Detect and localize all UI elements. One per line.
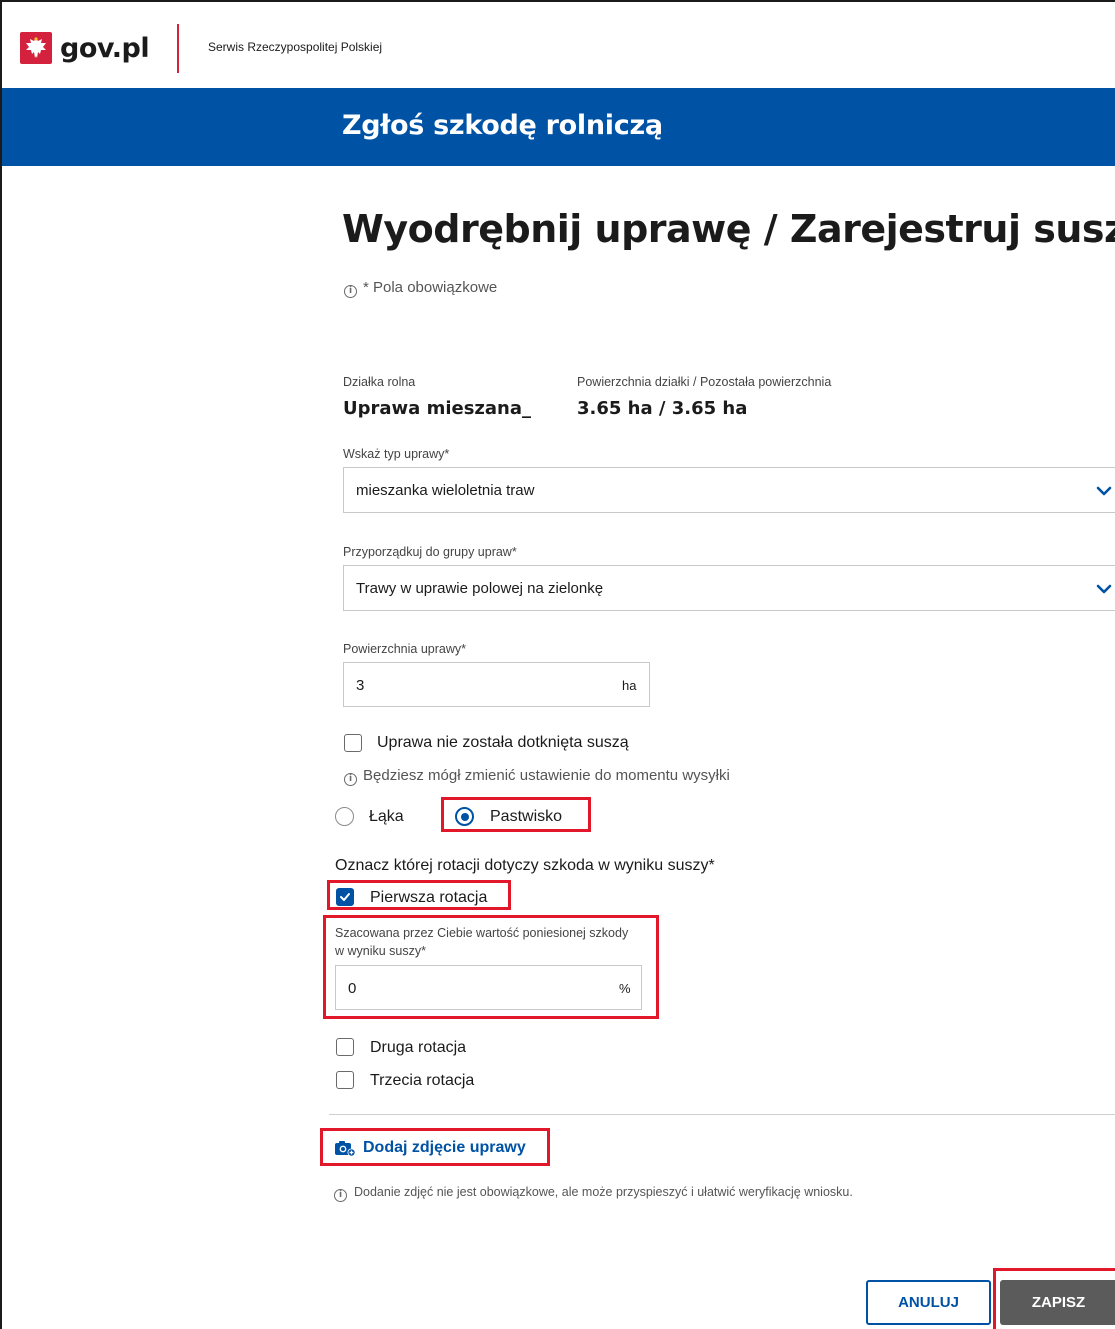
parcel-value: Uprawa mieszana_ <box>343 398 531 419</box>
brand-name: gov.pl <box>60 32 150 64</box>
info-icon: i <box>344 773 357 786</box>
second-rotation-checkbox[interactable] <box>336 1038 354 1056</box>
save-button[interactable]: ZAPISZ <box>1000 1280 1115 1325</box>
third-rotation-label[interactable]: Trzecia rotacja <box>370 1072 474 1090</box>
rotation-question: Oznacz której rotacji dotyczy szkoda w w… <box>335 857 715 874</box>
crop-type-label: Wskaż typ uprawy* <box>343 447 450 461</box>
first-rotation-checkbox[interactable] <box>336 888 354 906</box>
camera-plus-icon <box>335 1141 356 1157</box>
damage-input[interactable]: 0 % <box>335 965 642 1010</box>
crop-type-value: mieszanka wieloletnia traw <box>356 482 535 499</box>
crop-area-input[interactable]: 3 ha <box>343 662 650 707</box>
not-affected-label[interactable]: Uprawa nie została dotknięta suszą <box>377 734 629 752</box>
eagle-emblem-icon <box>20 32 52 64</box>
header-divider <box>177 24 179 73</box>
required-note-text: * Pola obowiązkowe <box>363 279 498 296</box>
gov-logo[interactable]: gov.pl <box>20 32 150 64</box>
change-note: i Będziesz mógł zmienić ustawienie do mom… <box>344 767 730 786</box>
required-note: i * Pola obowiązkowe <box>344 279 497 298</box>
third-rotation-checkbox[interactable] <box>336 1071 354 1089</box>
page-frame: gov.pl Serwis Rzeczypospolitej Polskiej … <box>0 0 1115 1329</box>
info-icon: i <box>334 1189 347 1202</box>
page-title: Wyodrębnij uprawę / Zarejestruj susz <box>342 207 1115 251</box>
radio-pastwisko[interactable] <box>455 807 474 826</box>
add-photo-link[interactable]: Dodaj zdjęcie uprawy <box>334 1139 526 1157</box>
damage-label: Szacowana przez Ciebie wartość poniesion… <box>335 926 629 958</box>
section-divider <box>329 1114 1115 1115</box>
title-banner: Zgłoś szkodę rolniczą <box>2 88 1115 166</box>
radio-laka-label[interactable]: Łąka <box>369 808 404 826</box>
damage-unit: % <box>619 981 631 996</box>
site-header: gov.pl Serwis Rzeczypospolitej Polskiej <box>2 2 1115 88</box>
crop-group-select[interactable]: Trawy w uprawie polowej na zielonkę <box>343 565 1115 611</box>
crop-type-select[interactable]: mieszanka wieloletnia traw <box>343 467 1115 513</box>
not-affected-checkbox[interactable] <box>344 734 362 752</box>
check-icon <box>340 893 350 901</box>
second-rotation-label[interactable]: Druga rotacja <box>370 1039 466 1057</box>
change-note-text: Będziesz mógł zmienić ustawienie do mome… <box>363 767 730 784</box>
cancel-button[interactable]: ANULUJ <box>866 1280 991 1325</box>
chevron-down-icon <box>1096 584 1112 594</box>
service-name: Serwis Rzeczypospolitej Polskiej <box>208 40 383 54</box>
info-icon: i <box>344 285 357 298</box>
crop-group-value: Trawy w uprawie polowej na zielonkę <box>356 580 604 597</box>
area-label: Powierzchnia działki / Pozostała powierz… <box>577 375 832 389</box>
photo-note-text: Dodanie zdjęć nie jest obowiązkowe, ale … <box>354 1185 853 1199</box>
chevron-down-icon <box>1096 486 1112 496</box>
damage-value: 0 <box>348 980 357 997</box>
parcel-label: Działka rolna <box>343 375 416 389</box>
add-photo-label: Dodaj zdjęcie uprawy <box>363 1139 526 1156</box>
crop-group-label: Przyporządkuj do grupy upraw* <box>343 545 517 559</box>
banner-title: Zgłoś szkodę rolniczą <box>342 110 663 141</box>
crop-area-label: Powierzchnia uprawy* <box>343 642 466 656</box>
photo-note: i Dodanie zdjęć nie jest obowiązkowe, ale… <box>334 1185 853 1202</box>
first-rotation-label[interactable]: Pierwsza rotacja <box>370 889 487 907</box>
crop-area-unit: ha <box>622 678 637 693</box>
radio-laka[interactable] <box>335 807 354 826</box>
crop-area-value: 3 <box>356 677 365 694</box>
area-value: 3.65 ha / 3.65 ha <box>577 398 748 419</box>
radio-pastwisko-label[interactable]: Pastwisko <box>490 808 562 826</box>
